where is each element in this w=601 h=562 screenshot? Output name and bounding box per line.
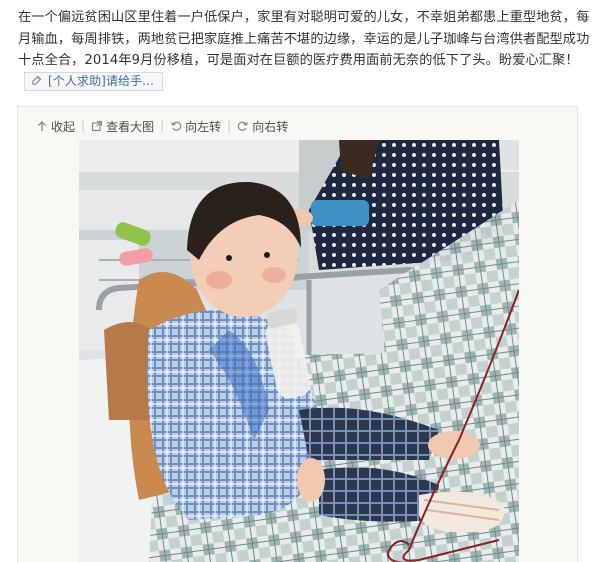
rotate-left-icon (171, 121, 182, 131)
rotate-right-button[interactable]: 向右转 (237, 118, 288, 135)
external-view-icon (91, 120, 103, 132)
post-text: 在一个偏远贫困山区里住着一户低保户，家里有对聪明可爱的儿女，不幸姐弟都患上重型地… (18, 10, 590, 68)
view-large-label: 查看大图 (106, 119, 155, 134)
help-request-tag-link[interactable]: [个人求助]请给手... (24, 72, 164, 91)
toolbar-divider: | (160, 119, 165, 133)
rotate-left-button[interactable]: 向左转 (170, 118, 221, 135)
toolbar-divider: | (227, 119, 232, 133)
rotate-right-label: 向右转 (252, 119, 289, 134)
view-large-button[interactable]: 查看大图 (91, 118, 154, 135)
link-icon (32, 75, 42, 85)
post-photo[interactable] (79, 140, 519, 562)
media-panel: 收起 | 查看大图 | 向左转 | 向右转 (17, 106, 578, 562)
hospital-photo (79, 140, 519, 562)
collapse-button[interactable]: 收起 (36, 118, 75, 135)
arrow-up-icon (38, 121, 46, 131)
tag-label: [个人求助]请给手... (48, 74, 155, 88)
image-toolbar: 收起 | 查看大图 | 向左转 | 向右转 (36, 117, 288, 135)
rotate-left-label: 向左转 (185, 119, 222, 134)
toolbar-divider: | (81, 119, 86, 133)
collapse-label: 收起 (51, 119, 76, 134)
rotate-right-icon (238, 121, 249, 131)
post-body: 在一个偏远贫困山区里住着一户低保户，家里有对聪明可爱的儿女，不幸姐弟都患上重型地… (18, 7, 593, 93)
